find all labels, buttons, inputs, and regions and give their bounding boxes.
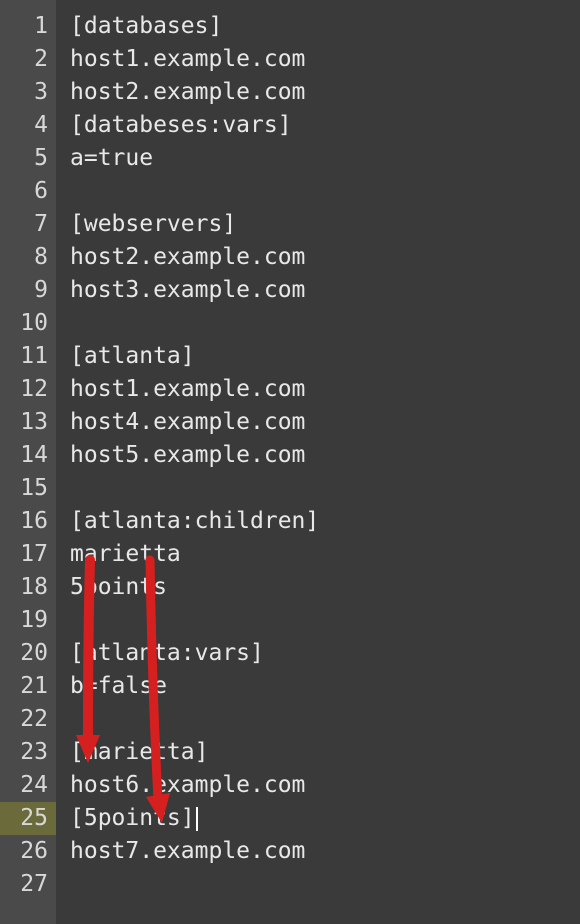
code-line[interactable]: [webservers] [70, 208, 580, 241]
line-number: 11 [8, 340, 48, 373]
code-line[interactable]: host5.example.com [70, 439, 580, 472]
code-line[interactable]: [5points] [70, 802, 580, 835]
line-number: 8 [8, 241, 48, 274]
line-number: 15 [8, 472, 48, 505]
code-area[interactable]: [databases]host1.example.comhost2.exampl… [56, 0, 580, 924]
line-number: 12 [8, 373, 48, 406]
code-line[interactable] [70, 868, 580, 901]
code-line[interactable]: 5points [70, 571, 580, 604]
code-line[interactable]: [atlanta:children] [70, 505, 580, 538]
line-number: 6 [8, 175, 48, 208]
code-line[interactable]: host4.example.com [70, 406, 580, 439]
code-line[interactable]: [databeses:vars] [70, 109, 580, 142]
code-line[interactable] [70, 703, 580, 736]
line-number: 9 [8, 274, 48, 307]
text-cursor [196, 807, 198, 831]
line-number: 10 [8, 307, 48, 340]
code-line[interactable] [70, 604, 580, 637]
line-number: 18 [8, 571, 48, 604]
line-number: 24 [8, 769, 48, 802]
line-number: 21 [8, 670, 48, 703]
line-number: 3 [8, 76, 48, 109]
code-line[interactable]: [atlanta] [70, 340, 580, 373]
line-number: 5 [8, 142, 48, 175]
line-number: 27 [8, 868, 48, 901]
line-number: 20 [8, 637, 48, 670]
code-line[interactable]: [marietta] [70, 736, 580, 769]
code-line[interactable]: host7.example.com [70, 835, 580, 868]
line-number: 19 [8, 604, 48, 637]
code-line[interactable]: host1.example.com [70, 43, 580, 76]
line-number: 17 [8, 538, 48, 571]
code-line[interactable] [70, 175, 580, 208]
line-number: 26 [8, 835, 48, 868]
code-line[interactable]: marietta [70, 538, 580, 571]
code-line[interactable]: a=true [70, 142, 580, 175]
line-number: 16 [8, 505, 48, 538]
line-number: 14 [8, 439, 48, 472]
code-line[interactable]: host6.example.com [70, 769, 580, 802]
line-number-gutter: 1234567891011121314151617181920212223242… [0, 0, 56, 924]
code-line[interactable]: host2.example.com [70, 241, 580, 274]
line-number: 25 [0, 802, 56, 835]
code-line[interactable] [70, 307, 580, 340]
code-line[interactable] [70, 472, 580, 505]
line-number: 13 [8, 406, 48, 439]
line-number: 23 [8, 736, 48, 769]
line-number: 7 [8, 208, 48, 241]
code-line[interactable]: b=false [70, 670, 580, 703]
code-line[interactable]: host2.example.com [70, 76, 580, 109]
line-number: 4 [8, 109, 48, 142]
code-line[interactable]: host1.example.com [70, 373, 580, 406]
code-editor[interactable]: 1234567891011121314151617181920212223242… [0, 0, 580, 924]
code-line[interactable]: host3.example.com [70, 274, 580, 307]
code-line[interactable]: [databases] [70, 10, 580, 43]
line-number: 22 [8, 703, 48, 736]
line-number: 2 [8, 43, 48, 76]
line-number: 1 [8, 10, 48, 43]
code-line[interactable]: [atlanta:vars] [70, 637, 580, 670]
